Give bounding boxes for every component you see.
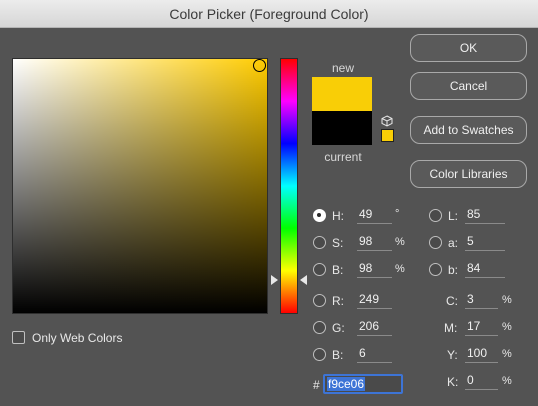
b-channel-field[interactable]: 84 [465, 260, 505, 278]
saturation-unit: % [395, 236, 405, 248]
magenta-field[interactable]: 17 [465, 318, 498, 336]
saturation-field[interactable]: 98 [357, 233, 392, 251]
only-web-colors-label: Only Web Colors [32, 331, 123, 345]
window-title: Color Picker (Foreground Color) [169, 5, 369, 22]
cyan-unit: % [502, 294, 512, 306]
radio-saturation[interactable] [313, 236, 326, 249]
hue-label: H: [332, 209, 344, 223]
title-bar: Color Picker (Foreground Color) [0, 0, 538, 28]
hue-unit: ° [395, 208, 400, 220]
cube-icon[interactable] [381, 115, 393, 127]
color-libraries-button[interactable]: Color Libraries [410, 160, 527, 188]
radio-hue[interactable] [313, 209, 326, 222]
radio-blue[interactable] [313, 348, 326, 361]
blue-label: B: [332, 348, 344, 362]
radio-a-channel[interactable] [429, 236, 442, 249]
black-field[interactable]: 0 [465, 372, 498, 390]
only-web-colors-checkbox[interactable] [12, 331, 25, 344]
radio-green[interactable] [313, 321, 326, 334]
green-label: G: [332, 321, 345, 335]
b-channel-label: b: [448, 263, 459, 277]
brightness-label: B: [332, 263, 344, 277]
hex-value: f9ce06 [327, 377, 366, 391]
brightness-field[interactable]: 98 [357, 260, 392, 278]
yellow-field[interactable]: 100 [465, 345, 498, 363]
cancel-button[interactable]: Cancel [410, 72, 527, 100]
green-field[interactable]: 206 [357, 318, 392, 336]
radio-b-channel[interactable] [429, 263, 442, 276]
black-unit: % [502, 375, 512, 387]
hex-input[interactable]: f9ce06 [323, 374, 403, 394]
red-label: R: [332, 294, 344, 308]
magenta-unit: % [502, 321, 512, 333]
lightness-label: L: [448, 209, 459, 223]
lightness-field[interactable]: 85 [465, 206, 505, 224]
brightness-unit: % [395, 263, 405, 275]
radio-lightness[interactable] [429, 209, 442, 222]
red-field[interactable]: 249 [357, 291, 392, 309]
new-color-label: new [331, 61, 354, 75]
hue-field[interactable]: 49 [357, 206, 392, 224]
a-channel-label: a: [448, 236, 459, 250]
magenta-label: M: [444, 321, 458, 335]
hue-slider[interactable] [280, 58, 298, 314]
current-color-swatch[interactable] [312, 111, 372, 145]
current-color-label: current [324, 150, 362, 164]
cyan-label: C: [446, 294, 458, 308]
a-channel-field[interactable]: 5 [465, 233, 505, 251]
radio-red[interactable] [313, 294, 326, 307]
cyan-field[interactable]: 3 [465, 291, 498, 309]
radio-brightness[interactable] [313, 263, 326, 276]
hue-slider-right-arrow[interactable] [300, 275, 307, 285]
black-label: K: [447, 375, 459, 389]
yellow-unit: % [502, 348, 512, 360]
saturation-label: S: [332, 236, 344, 250]
yellow-label: Y: [447, 348, 458, 362]
add-to-swatches-button[interactable]: Add to Swatches [410, 116, 527, 144]
saturation-brightness-field[interactable] [12, 58, 268, 314]
hex-label: # [313, 378, 320, 392]
blue-field[interactable]: 6 [357, 345, 392, 363]
hue-slider-left-arrow[interactable] [271, 275, 278, 285]
new-color-swatch [312, 77, 372, 111]
ok-button[interactable]: OK [410, 34, 527, 62]
color-cursor[interactable] [253, 59, 266, 72]
web-safe-color-swatch[interactable] [381, 129, 394, 142]
